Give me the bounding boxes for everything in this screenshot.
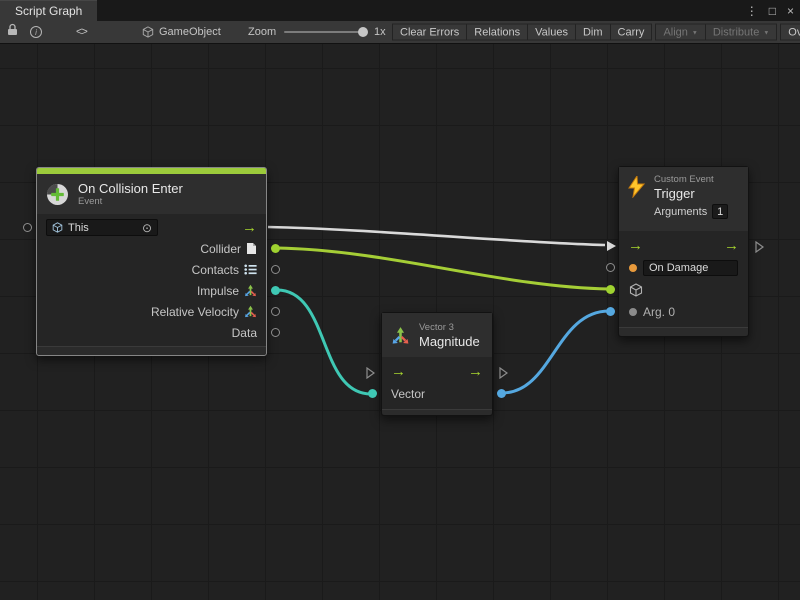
string-port-dot <box>629 264 637 272</box>
flow-out-port[interactable] <box>755 240 764 252</box>
target-field[interactable]: This ⊙ <box>46 219 158 236</box>
clear-errors-button[interactable]: Clear Errors <box>392 24 467 41</box>
align-dropdown[interactable]: Align▼ <box>655 24 705 41</box>
port-target-in[interactable] <box>606 285 615 294</box>
port-vector-in[interactable] <box>368 389 377 398</box>
flow-in-arrow-icon: → <box>628 239 643 253</box>
gameobject-icon <box>142 26 154 38</box>
port-target-in[interactable] <box>23 223 32 232</box>
port-relative-velocity-out[interactable] <box>271 307 280 316</box>
wire-magnitude-to-arg0[interactable] <box>502 311 609 393</box>
port-event-name-in[interactable] <box>606 263 615 272</box>
node-category: Vector 3 <box>419 322 480 334</box>
node-footer <box>37 346 266 355</box>
graph-toolbar: i <> GameObject Zoom 1x Clear Errors Rel… <box>0 21 800 44</box>
gameobject-icon <box>52 222 63 233</box>
port-collider-out[interactable] <box>271 244 280 253</box>
code-icon[interactable]: <> <box>76 26 87 38</box>
arg-port-dot <box>629 308 637 316</box>
port-label-impulse: Impulse <box>197 284 239 298</box>
wire-collider-to-target[interactable] <box>277 248 609 289</box>
caret-down-icon: ▼ <box>763 30 769 36</box>
node-subtitle: Event <box>78 196 183 208</box>
graph-canvas[interactable]: On Collision Enter Event This ⊙ → Collid… <box>0 44 800 600</box>
event-name-value: On Damage <box>649 262 708 274</box>
tab-script-graph[interactable]: Script Graph <box>0 0 97 21</box>
vector3-icon <box>244 284 257 297</box>
flow-out-arrow-icon: → <box>724 239 739 253</box>
close-icon[interactable]: × <box>787 5 794 17</box>
gameobject-label: GameObject <box>159 26 221 38</box>
wire-flow[interactable] <box>268 227 605 245</box>
overview-button[interactable]: Overv <box>780 24 800 41</box>
caret-down-icon: ▼ <box>692 30 698 36</box>
port-label-contacts: Contacts <box>192 263 239 277</box>
relations-button[interactable]: Relations <box>466 24 528 41</box>
target-picker-icon[interactable]: ⊙ <box>142 222 152 234</box>
tab-title: Script Graph <box>15 4 82 18</box>
list-icon <box>244 264 257 275</box>
port-label-relative-velocity: Relative Velocity <box>151 305 239 319</box>
graph-owner[interactable]: GameObject <box>142 26 221 38</box>
zoom-label: Zoom <box>248 26 276 38</box>
port-data-out[interactable] <box>271 328 280 337</box>
port-impulse-out[interactable] <box>271 286 280 295</box>
zoom-slider[interactable] <box>284 31 366 33</box>
menu-icon[interactable]: ⋮ <box>746 5 758 17</box>
vector3-icon <box>244 305 257 318</box>
zoom-value: 1x <box>374 26 386 38</box>
document-icon <box>246 242 257 255</box>
flow-out-arrow-icon: → <box>468 365 483 379</box>
node-title: Trigger <box>654 186 739 201</box>
node-trigger-custom-event[interactable]: Custom Event Trigger Arguments 1 → → On … <box>618 166 749 337</box>
flow-in-arrow-icon: → <box>391 365 406 379</box>
info-icon[interactable]: i <box>30 26 42 38</box>
tab-bar: Script Graph ⋮ □ × <box>0 0 800 21</box>
collision-event-icon <box>46 183 69 206</box>
port-arg0-in[interactable] <box>606 307 615 316</box>
node-title: On Collision Enter <box>78 181 183 196</box>
vector3-icon <box>391 326 410 345</box>
carry-button[interactable]: Carry <box>610 24 653 41</box>
flow-in-port-connected[interactable] <box>607 241 616 251</box>
node-on-collision-enter[interactable]: On Collision Enter Event This ⊙ → Collid… <box>36 167 267 356</box>
flow-out-arrow-icon: → <box>242 221 257 235</box>
flow-out-port[interactable] <box>499 366 508 378</box>
window-controls: ⋮ □ × <box>746 0 794 21</box>
node-category: Custom Event <box>654 174 739 186</box>
port-label-arg0: Arg. 0 <box>643 305 675 319</box>
arguments-count-field[interactable]: 1 <box>712 204 728 219</box>
zoom-slider-handle[interactable] <box>358 27 368 37</box>
node-vector3-magnitude[interactable]: Vector 3 Magnitude → → Vector <box>381 312 493 416</box>
wire-impulse-to-vector[interactable] <box>277 290 371 394</box>
arguments-label: Arguments <box>654 206 707 218</box>
port-label-data: Data <box>232 326 257 340</box>
port-label-vector: Vector <box>391 387 425 401</box>
flow-in-port[interactable] <box>366 366 375 378</box>
dim-button[interactable]: Dim <box>575 24 611 41</box>
port-magnitude-out[interactable] <box>497 389 506 398</box>
event-name-field[interactable]: On Damage <box>643 260 738 276</box>
target-value: This <box>68 222 89 234</box>
port-contacts-out[interactable] <box>271 265 280 274</box>
gameobject-icon <box>629 283 643 297</box>
node-footer <box>382 409 492 415</box>
node-title: Magnitude <box>419 334 480 349</box>
distribute-dropdown[interactable]: Distribute▼ <box>705 24 777 41</box>
lock-icon[interactable] <box>7 23 18 41</box>
float-window-icon[interactable]: □ <box>769 5 776 17</box>
toolbar-buttons: Clear Errors Relations Values Dim Carry … <box>393 24 800 41</box>
values-button[interactable]: Values <box>527 24 576 41</box>
node-footer <box>619 327 748 336</box>
port-label-collider: Collider <box>200 242 241 256</box>
lightning-icon <box>628 176 645 198</box>
